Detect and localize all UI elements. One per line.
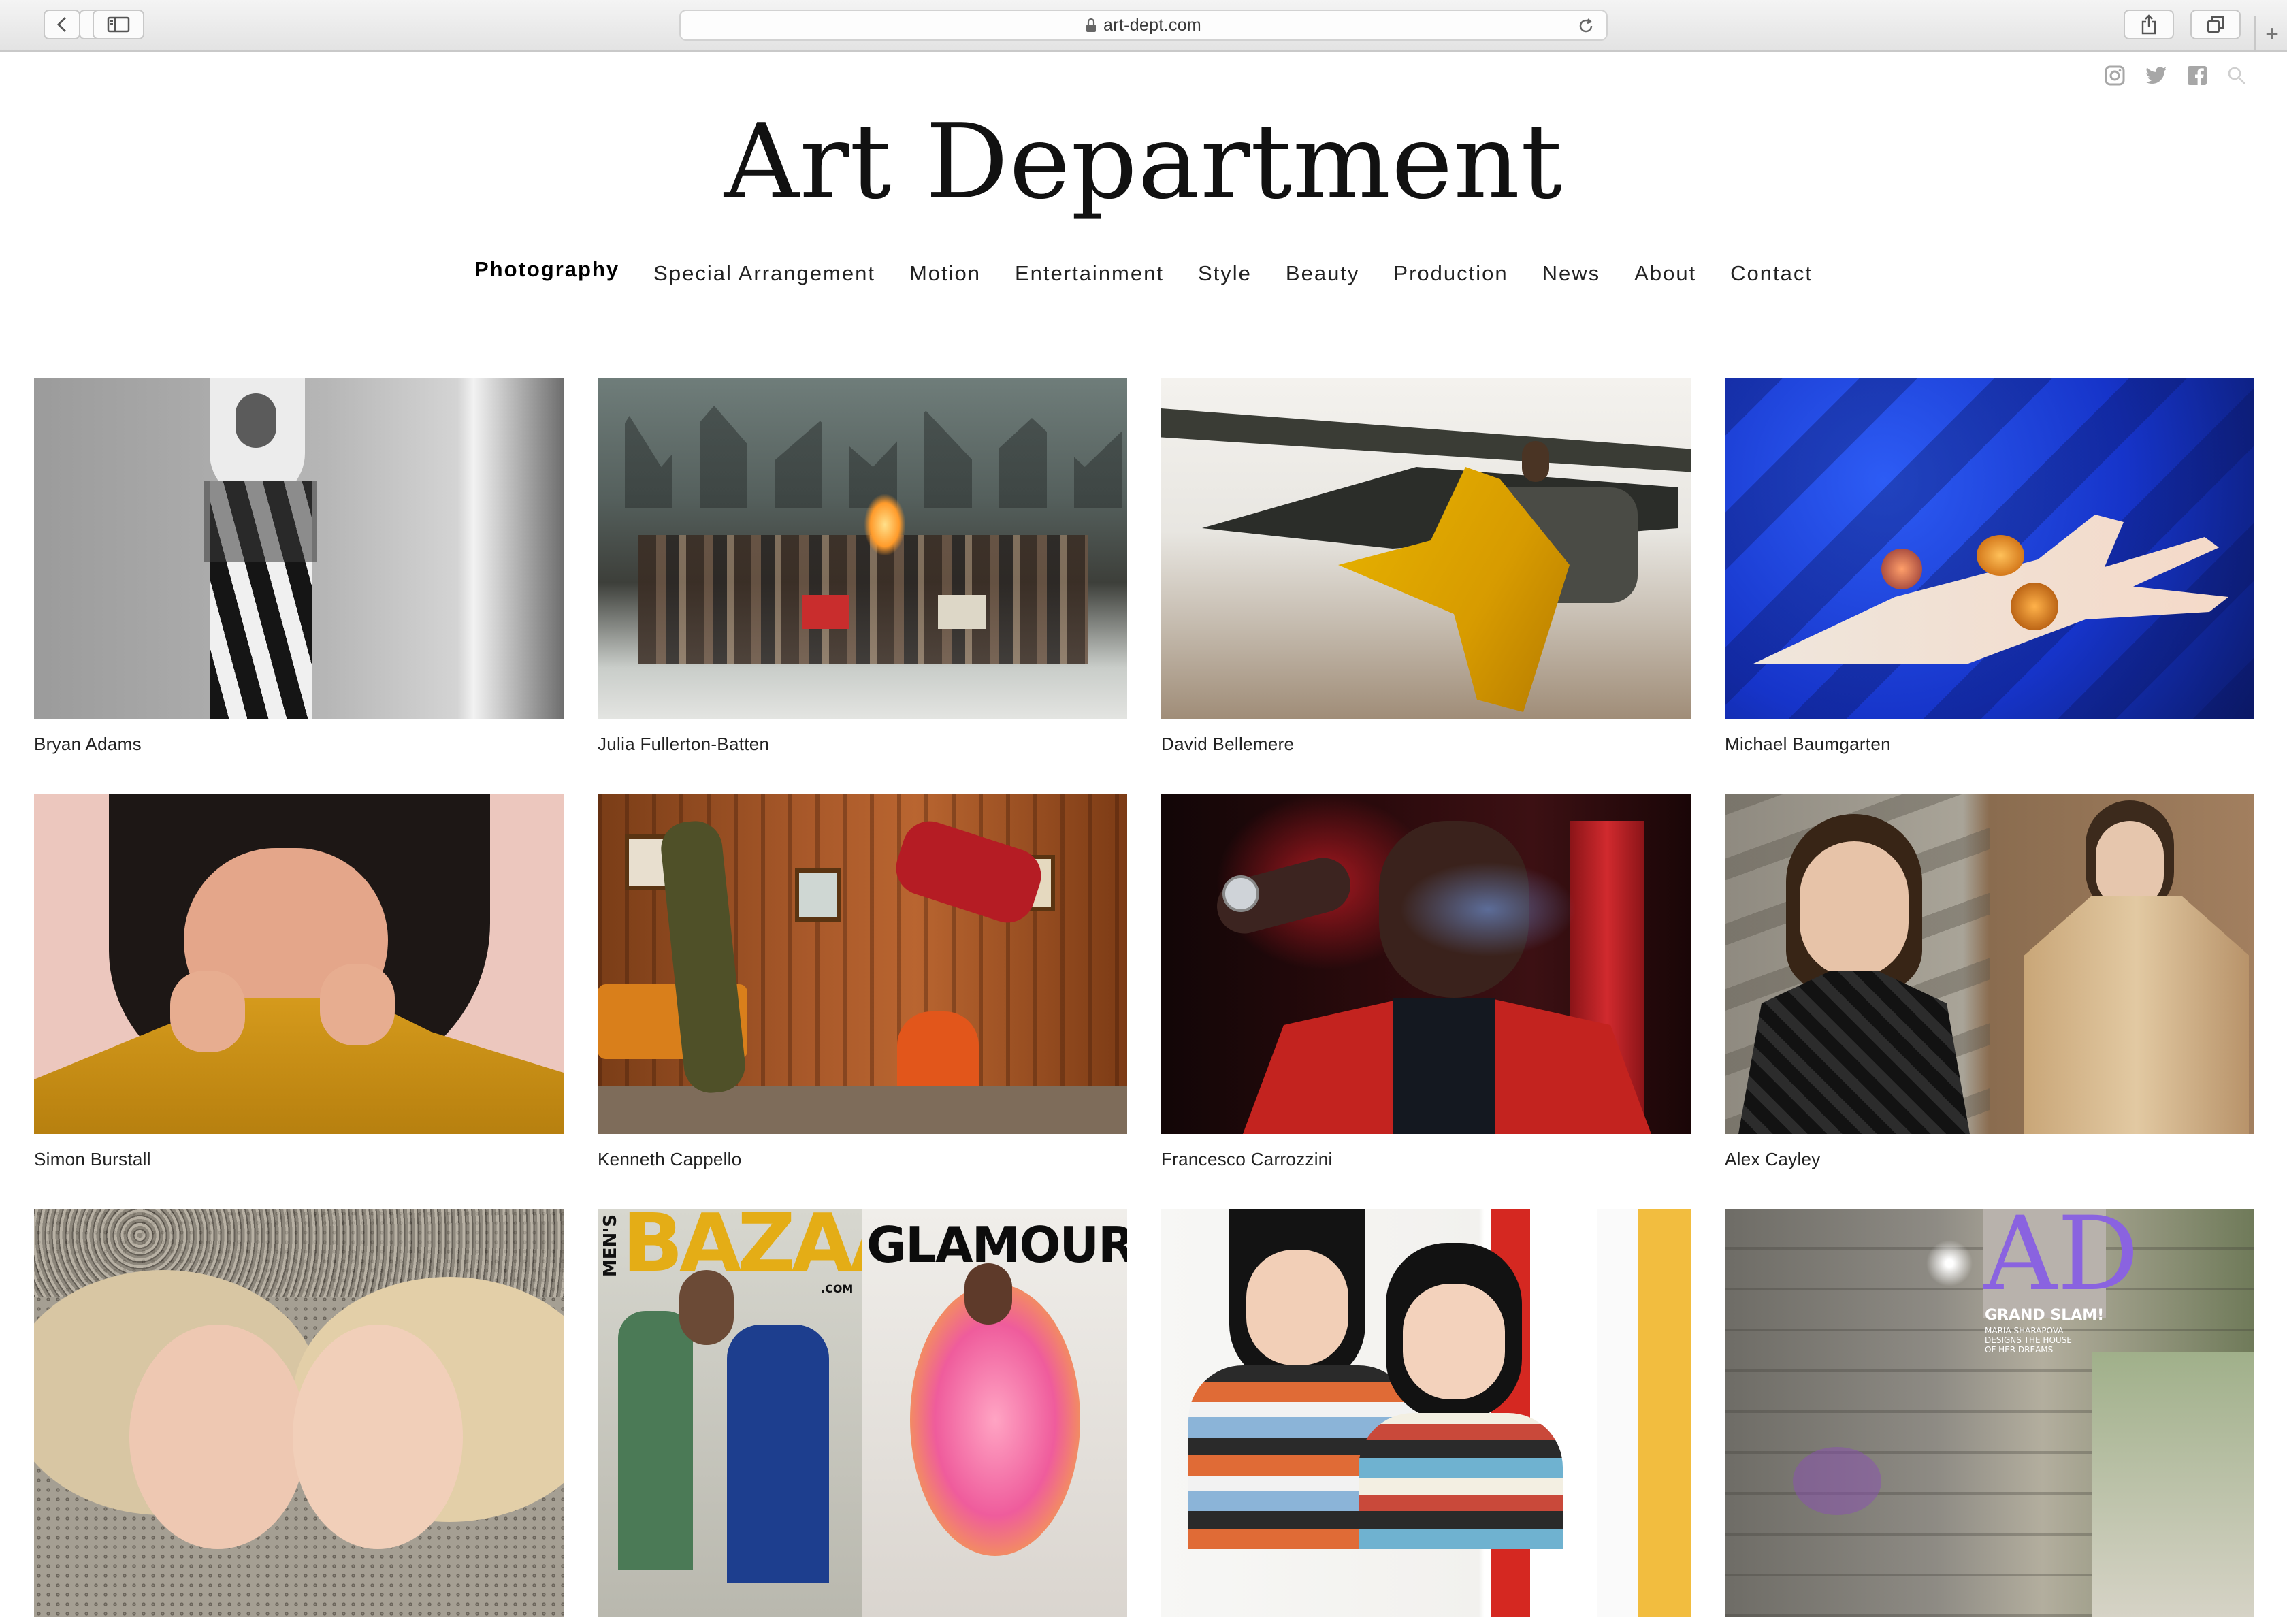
magazine-masthead: MEN'S — [600, 1214, 621, 1278]
magazine-masthead: .COM — [821, 1282, 854, 1295]
artist-photo[interactable] — [1161, 378, 1691, 719]
artist-photo[interactable] — [1161, 1209, 1691, 1617]
artist-card[interactable]: Alex Cayley — [1725, 794, 2254, 1209]
share-button[interactable] — [2124, 10, 2174, 39]
artist-card[interactable]: Michael Baumgarten — [1725, 378, 2254, 794]
artist-photo[interactable] — [1161, 794, 1691, 1134]
artist-name[interactable]: Francesco Carrozzini — [1161, 1149, 1691, 1170]
reload-icon[interactable] — [1576, 16, 1595, 35]
sidebar-toggle-button[interactable] — [93, 10, 144, 39]
nav-motion[interactable]: Motion — [909, 253, 981, 294]
artist-card[interactable]: Julia Fullerton-Batten — [598, 378, 1127, 794]
nav-special-arrangement[interactable]: Special Arrangement — [653, 253, 875, 294]
artist-photo[interactable] — [1725, 794, 2254, 1134]
magazine-masthead: AD — [1983, 1209, 2139, 1314]
artist-name[interactable]: David Bellemere — [1161, 734, 1691, 755]
artist-card[interactable]: AD GRAND SLAM! MARIA SHARAPOVA DESIGNS T… — [1725, 1209, 2254, 1624]
artist-card[interactable] — [34, 1209, 564, 1624]
url-text: art-dept.com — [1103, 15, 1201, 35]
artist-card[interactable]: Simon Burstall — [34, 794, 564, 1209]
instagram-icon[interactable] — [2105, 65, 2125, 86]
back-button[interactable] — [44, 10, 80, 39]
artist-card[interactable]: Kenneth Cappello — [598, 794, 1127, 1209]
social-links — [2105, 65, 2246, 86]
artist-name[interactable]: Kenneth Cappello — [598, 1149, 1127, 1170]
search-icon[interactable] — [2227, 66, 2246, 85]
artist-photo[interactable] — [598, 794, 1127, 1134]
new-tab-button[interactable]: + — [2254, 16, 2287, 52]
artist-card[interactable]: David Bellemere — [1161, 378, 1691, 794]
nav-contact[interactable]: Contact — [1730, 253, 1813, 294]
artist-name[interactable]: Alex Cayley — [1725, 1149, 2254, 1170]
facebook-icon[interactable] — [2188, 66, 2207, 85]
sidebar-icon — [107, 16, 130, 33]
artist-name[interactable]: Bryan Adams — [34, 734, 564, 755]
artist-name[interactable]: Michael Baumgarten — [1725, 734, 2254, 755]
address-bar[interactable]: art-dept.com — [679, 10, 1608, 41]
main-navigation: Photography Special Arrangement Motion E… — [0, 253, 2287, 294]
artist-card[interactable]: Francesco Carrozzini — [1161, 794, 1691, 1209]
share-icon — [2141, 14, 2156, 35]
nav-photography[interactable]: Photography — [474, 249, 619, 290]
magazine-headline: GRAND SLAM! — [1985, 1307, 2105, 1324]
artist-name[interactable]: Julia Fullerton-Batten — [598, 734, 1127, 755]
browser-toolbar: art-dept.com + — [0, 0, 2287, 52]
artist-card[interactable]: Bryan Adams — [34, 378, 564, 794]
artist-grid: Bryan Adams Julia Fullerton-Batten David… — [34, 378, 2254, 1624]
artist-photo[interactable] — [34, 378, 564, 719]
magazine-subhead: DESIGNS THE HOUSE — [1985, 1335, 2072, 1345]
artist-photo[interactable] — [1725, 378, 2254, 719]
plus-icon: + — [2265, 20, 2279, 47]
show-tabs-button[interactable] — [2190, 10, 2241, 39]
nav-style[interactable]: Style — [1198, 253, 1252, 294]
nav-about[interactable]: About — [1634, 253, 1696, 294]
artist-photo[interactable] — [598, 378, 1127, 719]
nav-entertainment[interactable]: Entertainment — [1015, 253, 1164, 294]
chevron-left-icon — [56, 16, 67, 33]
artist-card[interactable]: MEN'S BAZAAR .COM GLAMOUR — [598, 1209, 1127, 1624]
nav-news[interactable]: News — [1542, 253, 1601, 294]
nav-production[interactable]: Production — [1393, 253, 1508, 294]
artist-photo[interactable] — [34, 794, 564, 1134]
artist-name[interactable]: Simon Burstall — [34, 1149, 564, 1170]
artist-photo[interactable] — [34, 1209, 564, 1617]
nav-beauty[interactable]: Beauty — [1286, 253, 1360, 294]
magazine-subhead: MARIA SHARAPOVA — [1985, 1326, 2064, 1335]
artist-photo[interactable]: AD GRAND SLAM! MARIA SHARAPOVA DESIGNS T… — [1725, 1209, 2254, 1617]
tabs-icon — [2207, 16, 2224, 33]
magazine-subhead: OF HER DREAMS — [1985, 1345, 2054, 1354]
lock-icon — [1086, 18, 1097, 32]
artist-photo[interactable]: MEN'S BAZAAR .COM GLAMOUR — [598, 1209, 1127, 1617]
artist-card[interactable] — [1161, 1209, 1691, 1624]
site-title[interactable]: Art Department — [0, 101, 2287, 223]
twitter-icon[interactable] — [2145, 66, 2167, 85]
